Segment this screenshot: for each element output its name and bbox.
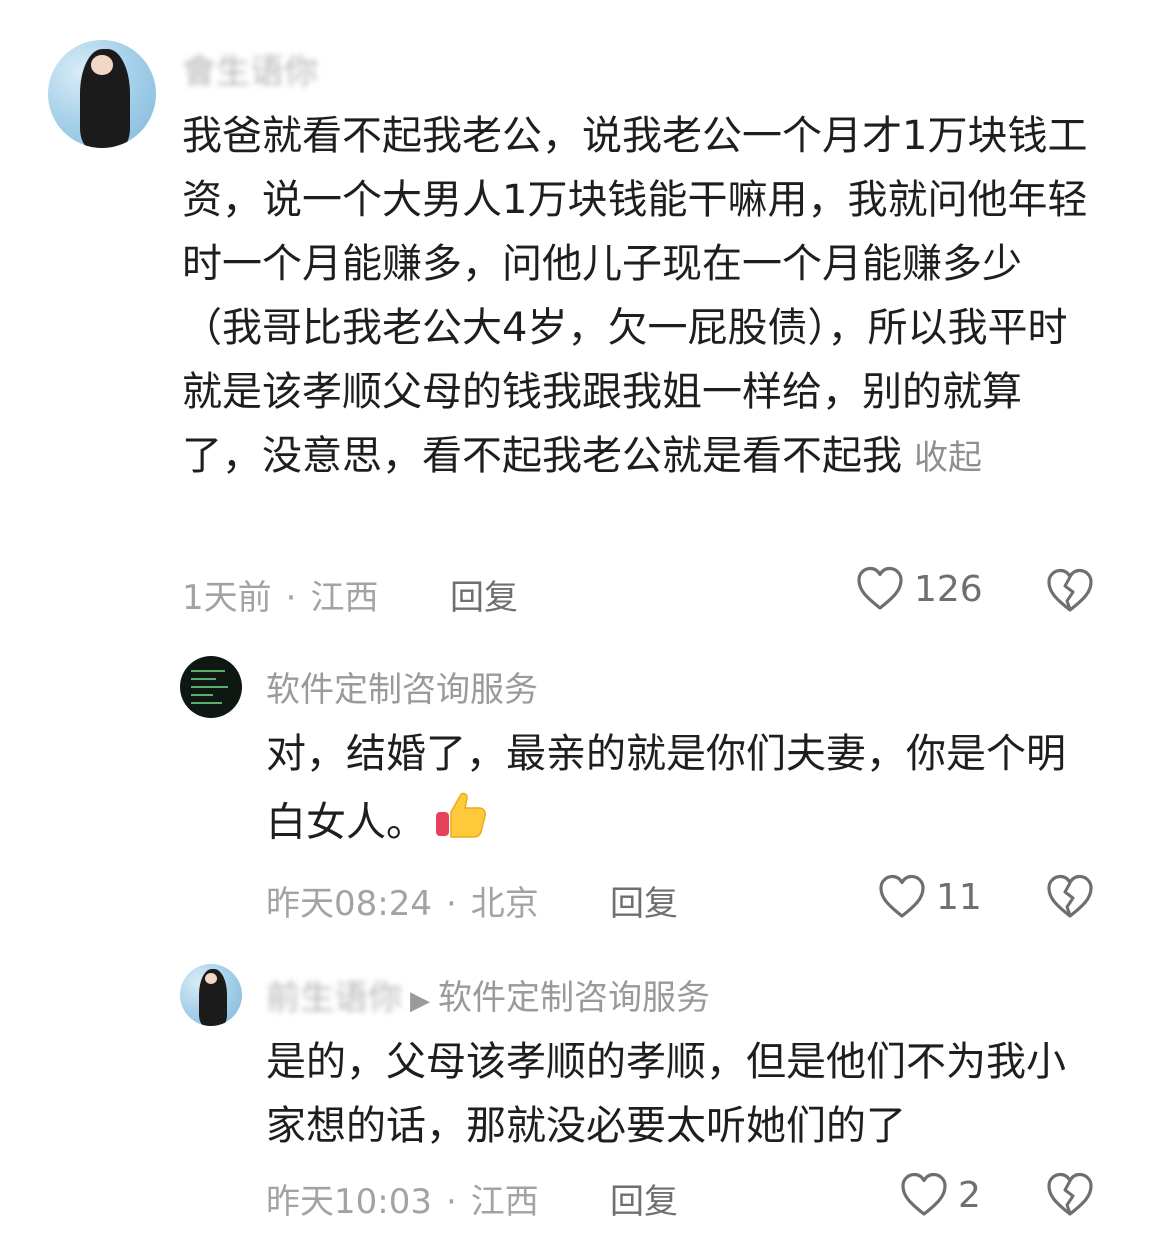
user-avatar[interactable]: [180, 964, 242, 1026]
heart-outline-icon: [857, 566, 903, 610]
user-avatar[interactable]: [48, 40, 156, 148]
like-count: 2: [958, 1174, 981, 1216]
comment-meta: 昨天10:03 · 江西: [266, 1174, 539, 1223]
like-button[interactable]: 2: [900, 1172, 981, 1218]
timestamp: 昨天08:24: [266, 884, 432, 924]
dislike-button[interactable]: [1046, 568, 1094, 618]
reply-header: 前生语你 ▶ 软件定制咨询服务: [266, 970, 710, 1019]
dislike-button[interactable]: [1046, 874, 1094, 924]
comment-text: 是的，父母该孝顺的孝顺，但是他们不为我小家想的话，那就没必要太听她们的了: [266, 1030, 1096, 1158]
heart-outline-icon: [879, 874, 925, 918]
username[interactable]: 软件定制咨询服务: [266, 662, 538, 711]
username[interactable]: 會生语你: [182, 44, 318, 93]
reply-arrow-icon: ▶: [410, 986, 430, 1016]
broken-heart-icon: [1047, 1172, 1093, 1216]
comment-meta: 1天前 · 江西: [182, 570, 378, 619]
location: 江西: [470, 1182, 539, 1222]
dislike-button[interactable]: [1046, 1172, 1094, 1222]
timestamp: 1天前: [182, 578, 272, 618]
reply-button[interactable]: 回复: [610, 876, 678, 925]
comment-body: 是的，父母该孝顺的孝顺，但是他们不为我小家想的话，那就没必要太听她们的了: [266, 1039, 1066, 1149]
thumbs-up-icon: [432, 786, 490, 863]
separator-dot: ·: [285, 578, 297, 618]
collapse-link[interactable]: 收起: [914, 438, 982, 478]
separator-dot: ·: [445, 884, 457, 924]
username[interactable]: 前生语你: [266, 978, 402, 1018]
timestamp: 昨天10:03: [266, 1182, 432, 1222]
comment-body: 对，结婚了，最亲的就是你们夫妻，你是个明白女人。: [266, 731, 1066, 846]
separator-dot: ·: [445, 1182, 457, 1222]
location: 江西: [310, 578, 379, 618]
heart-outline-icon: [901, 1172, 947, 1216]
comment-text: 我爸就看不起我老公，说我老公一个月才1万块钱工资，说一个大男人1万块钱能干嘛用，…: [182, 104, 1092, 490]
user-avatar[interactable]: [180, 656, 242, 718]
location: 北京: [470, 884, 539, 924]
broken-heart-icon: [1047, 874, 1093, 918]
like-button[interactable]: 11: [878, 874, 982, 920]
like-count: 11: [936, 876, 982, 918]
comment-body: 我爸就看不起我老公，说我老公一个月才1万块钱工资，说一个大男人1万块钱能干嘛用，…: [182, 113, 1088, 479]
comment-meta: 昨天08:24 · 北京: [266, 876, 539, 925]
reply-to-username[interactable]: 软件定制咨询服务: [438, 978, 710, 1018]
like-button[interactable]: 126: [856, 566, 983, 612]
like-count: 126: [914, 568, 983, 610]
reply-button[interactable]: 回复: [450, 570, 518, 619]
broken-heart-icon: [1047, 568, 1093, 612]
reply-button[interactable]: 回复: [610, 1174, 678, 1223]
comment-text: 对，结婚了，最亲的就是你们夫妻，你是个明白女人。: [266, 722, 1096, 863]
